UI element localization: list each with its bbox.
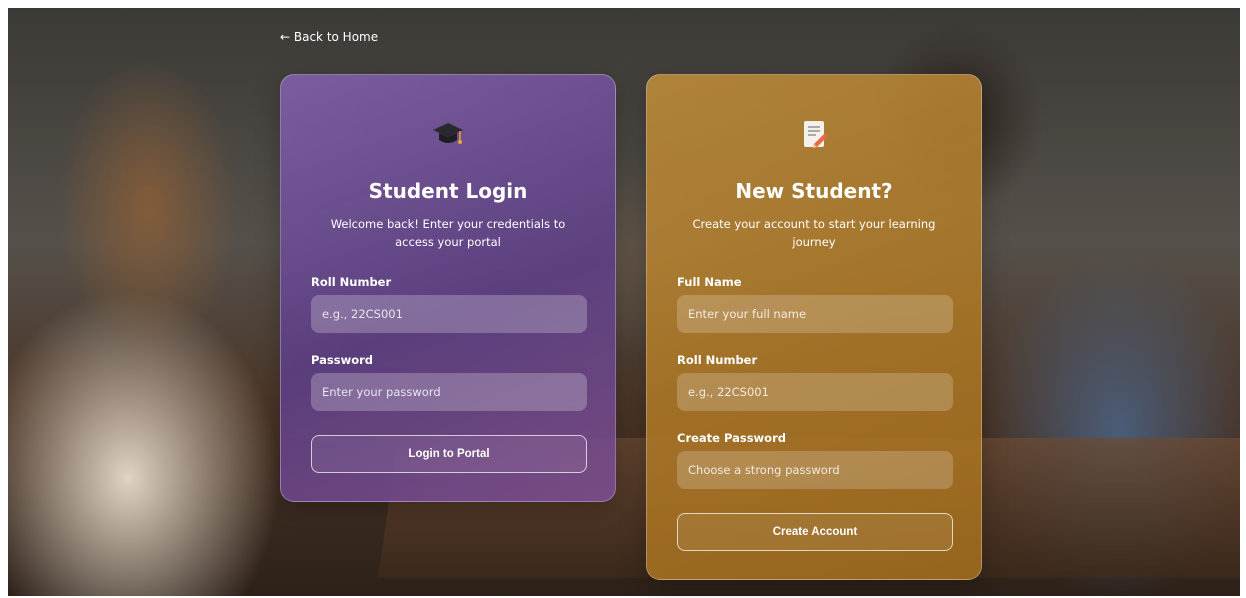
register-card: New Student? Create your account to star… <box>646 74 982 580</box>
back-to-home-label: ← Back to Home <box>280 30 379 44</box>
back-to-home-link[interactable]: ← Back to Home <box>280 30 378 44</box>
login-password-input[interactable] <box>311 373 587 411</box>
login-button[interactable]: Login to Portal <box>311 435 587 473</box>
create-password-label: Create Password <box>677 431 786 445</box>
graduation-cap-icon <box>281 117 615 151</box>
notepad-pencil-icon <box>647 117 981 151</box>
register-title: New Student? <box>735 179 893 203</box>
login-subtitle: Welcome back! Enter your credentials to … <box>330 217 566 249</box>
background-photo <box>8 8 1240 596</box>
register-password-input[interactable] <box>677 451 953 489</box>
register-roll-number-input[interactable] <box>677 373 953 411</box>
roll-number-label: Roll Number <box>311 275 392 289</box>
register-subtitle: Create your account to start your learni… <box>692 217 936 249</box>
full-name-label: Full Name <box>677 275 742 289</box>
create-account-button[interactable]: Create Account <box>677 513 953 551</box>
login-title: Student Login <box>368 179 528 203</box>
register-roll-number-label: Roll Number <box>677 353 758 367</box>
password-label: Password <box>311 353 373 367</box>
register-full-name-input[interactable] <box>677 295 953 333</box>
login-roll-number-input[interactable] <box>311 295 587 333</box>
login-card: Student Login Welcome back! Enter your c… <box>280 74 616 502</box>
